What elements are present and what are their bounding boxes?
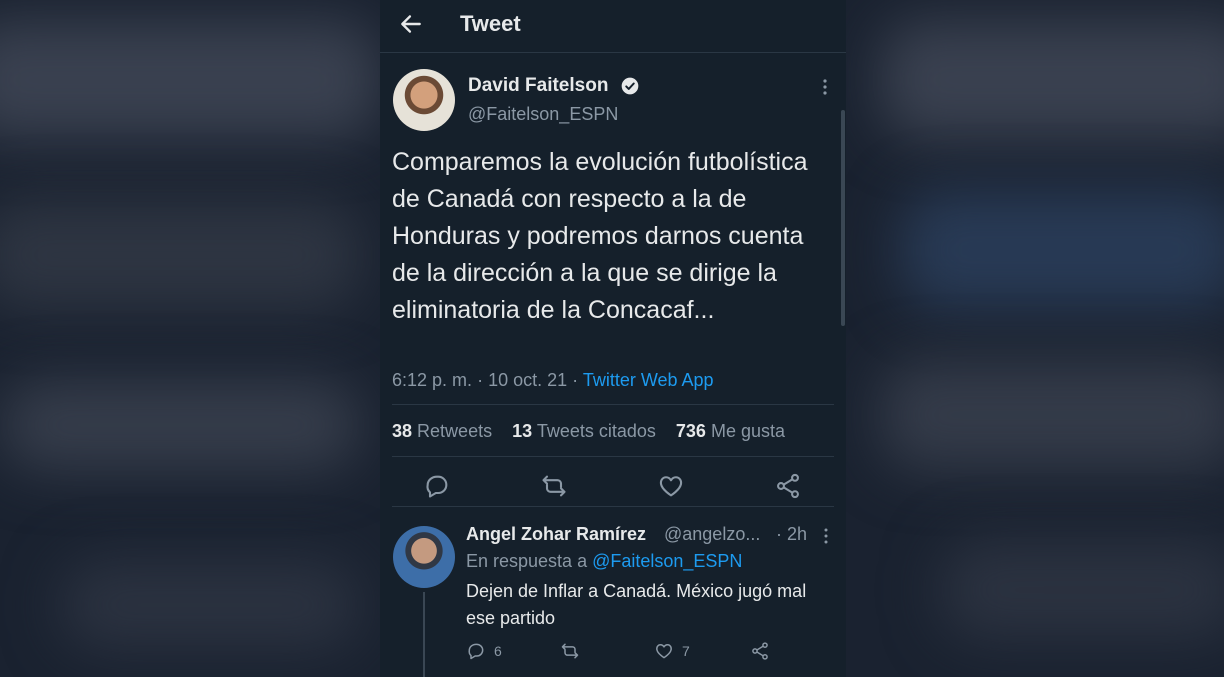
retweet-icon[interactable] bbox=[540, 472, 568, 500]
like-icon bbox=[656, 644, 672, 659]
retweet-icon bbox=[561, 643, 579, 659]
reply-reply-count: 6 bbox=[494, 643, 502, 659]
quotes-stat[interactable]: 13 Tweets citados bbox=[512, 421, 656, 441]
tweet-stats: 38 Retweets 13 Tweets citados 736 Me gus… bbox=[392, 421, 785, 442]
reply-like-button[interactable]: 7 bbox=[654, 640, 690, 662]
tweet-time: 6:12 p. m. bbox=[392, 370, 473, 390]
in-reply-to: En respuesta a @Faitelson_ESPN bbox=[466, 551, 742, 572]
separator: · bbox=[477, 370, 489, 390]
like-icon[interactable] bbox=[657, 472, 685, 500]
share-icon[interactable] bbox=[774, 472, 802, 500]
verified-badge-icon bbox=[621, 77, 639, 95]
tweet-actions bbox=[380, 470, 846, 502]
reply-icon bbox=[468, 643, 484, 660]
more-options-icon[interactable] bbox=[818, 76, 832, 98]
reply-more-options-icon[interactable] bbox=[820, 526, 832, 546]
scrollbar[interactable] bbox=[841, 110, 845, 326]
reply-actions: 6 7 bbox=[466, 640, 836, 664]
share-icon bbox=[752, 642, 768, 660]
divider bbox=[392, 404, 834, 405]
reply-author-handle[interactable]: @angelzo... bbox=[664, 524, 760, 545]
page-title: Tweet bbox=[460, 11, 521, 36]
likes-stat[interactable]: 736 Me gusta bbox=[676, 421, 785, 441]
divider bbox=[392, 506, 834, 507]
reply-icon[interactable] bbox=[423, 472, 451, 500]
in-reply-label: En respuesta a bbox=[466, 551, 588, 571]
retweets-stat[interactable]: 38 Retweets bbox=[392, 421, 492, 441]
reply-share-button[interactable] bbox=[750, 640, 770, 662]
divider bbox=[392, 456, 834, 457]
back-arrow-icon[interactable] bbox=[398, 11, 424, 37]
author-avatar[interactable] bbox=[393, 69, 455, 131]
tweet-source-link[interactable]: Twitter Web App bbox=[583, 370, 714, 390]
separator: · bbox=[572, 370, 583, 390]
reply-text: Dejen de Inflar a Canadá. México jugó ma… bbox=[466, 581, 807, 628]
tweet-text: Comparemos la evolución futbolística de … bbox=[392, 148, 808, 324]
author-name[interactable]: David Faitelson bbox=[468, 75, 608, 97]
reply-author-name[interactable]: Angel Zohar Ramírez bbox=[466, 524, 646, 545]
reply-retweet-button[interactable] bbox=[560, 640, 580, 662]
reply-like-count: 7 bbox=[682, 643, 690, 659]
tweet-date: 10 oct. 21 bbox=[488, 370, 568, 390]
in-reply-mention-link[interactable]: @Faitelson_ESPN bbox=[592, 551, 742, 571]
thread-line bbox=[423, 592, 425, 677]
author-handle[interactable]: @Faitelson_ESPN bbox=[468, 104, 618, 125]
top-bar: Tweet bbox=[380, 0, 846, 53]
tweet-screen: Tweet David Faitelson @Faitelson_ESPN Co… bbox=[380, 0, 846, 677]
tweet-metadata: 6:12 p. m. · 10 oct. 21 · Twitter Web Ap… bbox=[392, 370, 714, 391]
reply-reply-button[interactable]: 6 bbox=[466, 640, 502, 662]
reply-time: · 2h bbox=[776, 524, 808, 544]
reply-author-avatar[interactable] bbox=[393, 526, 455, 588]
